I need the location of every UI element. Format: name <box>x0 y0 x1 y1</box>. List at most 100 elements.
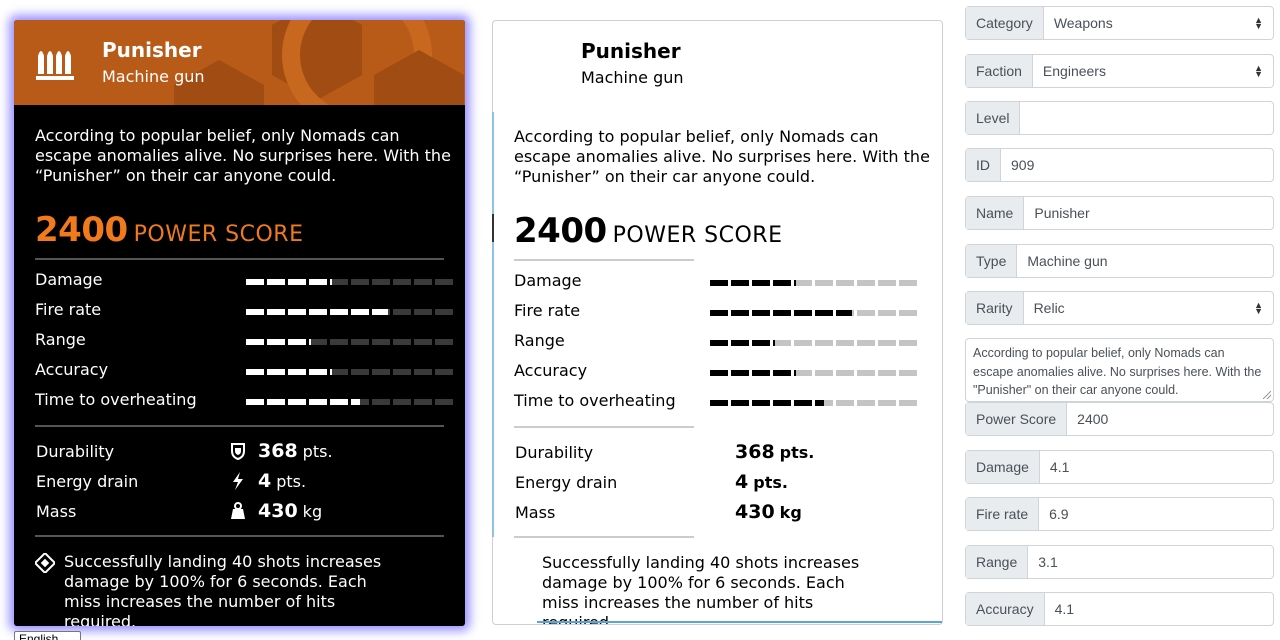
stat-row: Range <box>514 331 924 351</box>
info-value: 368 pts. <box>258 440 333 462</box>
card-title: Punisher <box>102 38 202 62</box>
select-updown-icon: ▲ ▼ <box>1254 300 1263 316</box>
faction-select[interactable]: Engineers ▲ ▼ <box>1033 55 1273 87</box>
stat-bar-segment <box>857 280 875 286</box>
stat-bar-segment <box>836 400 854 406</box>
rarity-select-group: Rarity Relic ▲ ▼ <box>965 291 1274 325</box>
stat-bar-segment <box>836 280 854 286</box>
stat-bar-fill <box>267 369 285 375</box>
stat-bar-fill <box>288 279 306 285</box>
info-unit: kg <box>302 502 323 521</box>
name-label: Name <box>966 197 1025 229</box>
category-select[interactable]: Weapons ▲ ▼ <box>1044 7 1273 39</box>
power-score-label: Power Score <box>966 403 1068 435</box>
info-unit: pts. <box>276 472 307 491</box>
stat-bar-fill <box>246 399 264 405</box>
info-row: Mass 430 kg <box>515 501 925 523</box>
stat-bar-fill <box>330 309 348 315</box>
card-description: According to popular belief, only Nomads… <box>35 126 451 185</box>
stat-bar-fill <box>351 399 360 405</box>
stat-bar-segment <box>794 370 812 376</box>
divider <box>514 259 694 261</box>
stat-bar-fill <box>815 400 824 406</box>
damage-input[interactable]: 4.1 <box>1040 451 1273 483</box>
stat-bar-fill <box>815 310 833 316</box>
stat-bar-segment <box>731 370 749 376</box>
stat-bar-fill <box>330 279 332 285</box>
stat-bar-segment <box>351 399 369 405</box>
stat-bar-segment <box>309 369 327 375</box>
stat-bar-segment <box>752 400 770 406</box>
stat-bar-fill <box>773 310 791 316</box>
stat-bar-segment <box>857 340 875 346</box>
stat-bar-segment <box>372 369 390 375</box>
info-value: 4 pts. <box>735 471 788 493</box>
stat-bar-segment <box>773 370 791 376</box>
diamond-perk-icon <box>35 553 55 573</box>
stat-bar-segment <box>710 280 728 286</box>
perk-text: Successfully landing 40 shots increases … <box>64 552 382 626</box>
description-textarea[interactable]: According to popular belief, only Nomads… <box>965 338 1274 402</box>
range-input[interactable]: 3.1 <box>1028 546 1273 578</box>
stat-bar-fill <box>752 280 770 286</box>
info-row: Mass 430 kg <box>36 500 446 522</box>
accuracy-field-group: Accuracy 4.1 <box>965 592 1274 626</box>
stat-bar-fill <box>267 399 285 405</box>
stat-bar <box>246 339 456 345</box>
level-label: Level <box>966 102 1021 134</box>
stat-bar-segment <box>815 370 833 376</box>
name-input[interactable]: Punisher <box>1024 197 1273 229</box>
stat-row: Fire rate <box>35 300 453 320</box>
stat-bar-segment <box>351 339 369 345</box>
stat-bar-segment <box>899 280 917 286</box>
card-accent-line <box>537 621 942 623</box>
stat-label: Accuracy <box>35 360 109 379</box>
power-score: 2400 POWER SCORE <box>514 211 783 251</box>
info-row: Energy drain 4 pts. <box>36 470 446 492</box>
stat-bar-segment <box>731 340 749 346</box>
language-select[interactable]: English <box>14 631 81 640</box>
stat-label: Damage <box>514 271 582 290</box>
stat-bar-fill <box>309 399 327 405</box>
stat-bar-segment <box>351 309 369 315</box>
power-score: 2400 POWER SCORE <box>35 210 304 250</box>
rarity-select[interactable]: Relic ▲ ▼ <box>1024 292 1273 324</box>
stat-bar-fill <box>710 400 728 406</box>
info-number: 368 <box>735 441 775 463</box>
stat-bar-fill <box>773 370 791 376</box>
info-value: 368 pts. <box>735 441 814 463</box>
fire-rate-input[interactable]: 6.9 <box>1039 498 1273 530</box>
type-input[interactable]: Machine gun <box>1017 245 1273 277</box>
stat-bar-segment <box>878 340 896 346</box>
stat-bar-segment <box>351 369 369 375</box>
fire-rate-label: Fire rate <box>966 498 1040 530</box>
range-label: Range <box>966 546 1029 578</box>
stat-bar-segment <box>309 279 327 285</box>
fire-rate-field-group: Fire rate 6.9 <box>965 497 1274 531</box>
weight-icon <box>231 502 245 519</box>
stat-bar-fill <box>710 280 728 286</box>
stat-bar-segment <box>372 279 390 285</box>
stat-bar-segment <box>815 400 833 406</box>
resize-grip-icon[interactable] <box>1263 391 1271 399</box>
power-score-input[interactable]: 2400 <box>1067 403 1273 435</box>
stat-bar-segment <box>246 309 264 315</box>
stat-bar-segment <box>878 400 896 406</box>
stat-row: Accuracy <box>35 360 453 380</box>
stat-bar-fill <box>752 400 770 406</box>
level-input[interactable] <box>1020 102 1273 134</box>
stat-bar-segment <box>246 369 264 375</box>
stat-bar-fill <box>267 339 285 345</box>
stat-label: Accuracy <box>514 361 588 380</box>
perk-text: Successfully landing 40 shots increases … <box>542 553 860 625</box>
ammo-bullets-icon <box>36 51 74 80</box>
stat-label: Fire rate <box>514 301 581 320</box>
stat-bar <box>246 309 456 315</box>
info-label: Durability <box>36 442 115 461</box>
accuracy-input[interactable]: 4.1 <box>1045 593 1273 625</box>
stat-bar-segment <box>752 310 770 316</box>
id-input[interactable]: 909 <box>1001 149 1273 181</box>
stat-bar <box>710 280 920 286</box>
rarity-value: Relic <box>1033 300 1065 316</box>
stat-bar-fill <box>372 309 389 315</box>
